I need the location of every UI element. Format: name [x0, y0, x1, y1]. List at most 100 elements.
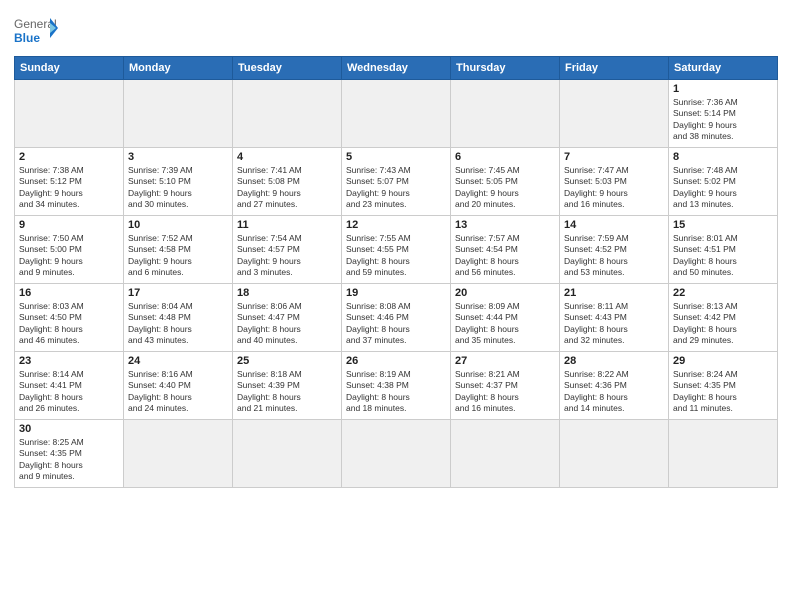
calendar-cell	[124, 420, 233, 488]
svg-text:Blue: Blue	[14, 31, 40, 45]
calendar-body: 1 Sunrise: 7:36 AM Sunset: 5:14 PM Daylig…	[15, 80, 778, 488]
day-info: Sunrise: 8:14 AM Sunset: 4:41 PM Dayligh…	[19, 369, 119, 415]
day-info: Sunrise: 8:18 AM Sunset: 4:39 PM Dayligh…	[237, 369, 337, 415]
calendar-cell: 1 Sunrise: 7:36 AM Sunset: 5:14 PM Daylig…	[669, 80, 778, 148]
day-number: 2	[19, 151, 119, 163]
calendar-cell: 24 Sunrise: 8:16 AM Sunset: 4:40 PM Dayli…	[124, 352, 233, 420]
calendar-week-6: 30 Sunrise: 8:25 AM Sunset: 4:35 PM Dayli…	[15, 420, 778, 488]
day-info: Sunrise: 8:09 AM Sunset: 4:44 PM Dayligh…	[455, 301, 555, 347]
calendar-cell: 7Sunrise: 7:47 AM Sunset: 5:03 PM Daylig…	[560, 148, 669, 216]
day-number: 18	[237, 287, 337, 299]
day-info: Sunrise: 7:39 AM Sunset: 5:10 PM Dayligh…	[128, 165, 228, 211]
calendar-cell	[124, 80, 233, 148]
weekday-wednesday: Wednesday	[342, 57, 451, 80]
calendar-cell: 11Sunrise: 7:54 AM Sunset: 4:57 PM Dayli…	[233, 216, 342, 284]
calendar-cell: 5Sunrise: 7:43 AM Sunset: 5:07 PM Daylig…	[342, 148, 451, 216]
calendar-cell: 19Sunrise: 8:08 AM Sunset: 4:46 PM Dayli…	[342, 284, 451, 352]
day-number: 10	[128, 219, 228, 231]
calendar-cell: 22Sunrise: 8:13 AM Sunset: 4:42 PM Dayli…	[669, 284, 778, 352]
day-number: 27	[455, 355, 555, 367]
day-info: Sunrise: 7:59 AM Sunset: 4:52 PM Dayligh…	[564, 233, 664, 279]
calendar-cell: 6 Sunrise: 7:45 AM Sunset: 5:05 PM Daylig…	[451, 148, 560, 216]
calendar-cell	[560, 80, 669, 148]
day-info: Sunrise: 7:45 AM Sunset: 5:05 PM Dayligh…	[455, 165, 555, 211]
calendar-cell	[15, 80, 124, 148]
weekday-header-row: SundayMondayTuesdayWednesdayThursdayFrid…	[15, 57, 778, 80]
day-number: 26	[346, 355, 446, 367]
day-info: Sunrise: 8:01 AM Sunset: 4:51 PM Dayligh…	[673, 233, 773, 279]
weekday-sunday: Sunday	[15, 57, 124, 80]
day-number: 24	[128, 355, 228, 367]
day-number: 3	[128, 151, 228, 163]
day-number: 8	[673, 151, 773, 163]
header: General Blue	[14, 10, 778, 50]
calendar-cell	[233, 420, 342, 488]
day-info: Sunrise: 8:21 AM Sunset: 4:37 PM Dayligh…	[455, 369, 555, 415]
calendar-cell: 20 Sunrise: 8:09 AM Sunset: 4:44 PM Dayli…	[451, 284, 560, 352]
day-number: 30	[19, 423, 119, 435]
calendar-cell: 16 Sunrise: 8:03 AM Sunset: 4:50 PM Dayli…	[15, 284, 124, 352]
calendar-cell	[342, 80, 451, 148]
calendar-week-3: 9Sunrise: 7:50 AM Sunset: 5:00 PM Daylig…	[15, 216, 778, 284]
calendar-cell: 12 Sunrise: 7:55 AM Sunset: 4:55 PM Dayli…	[342, 216, 451, 284]
day-info: Sunrise: 8:04 AM Sunset: 4:48 PM Dayligh…	[128, 301, 228, 347]
day-info: Sunrise: 7:55 AM Sunset: 4:55 PM Dayligh…	[346, 233, 446, 279]
calendar-cell	[451, 80, 560, 148]
calendar-cell: 3 Sunrise: 7:39 AM Sunset: 5:10 PM Daylig…	[124, 148, 233, 216]
calendar-cell: 9Sunrise: 7:50 AM Sunset: 5:00 PM Daylig…	[15, 216, 124, 284]
calendar-week-5: 23 Sunrise: 8:14 AM Sunset: 4:41 PM Dayli…	[15, 352, 778, 420]
day-info: Sunrise: 7:47 AM Sunset: 5:03 PM Dayligh…	[564, 165, 664, 211]
calendar: SundayMondayTuesdayWednesdayThursdayFrid…	[14, 56, 778, 488]
day-number: 15	[673, 219, 773, 231]
calendar-cell: 30 Sunrise: 8:25 AM Sunset: 4:35 PM Dayli…	[15, 420, 124, 488]
day-number: 14	[564, 219, 664, 231]
day-info: Sunrise: 7:36 AM Sunset: 5:14 PM Dayligh…	[673, 97, 773, 143]
calendar-cell: 29Sunrise: 8:24 AM Sunset: 4:35 PM Dayli…	[669, 352, 778, 420]
day-info: Sunrise: 8:13 AM Sunset: 4:42 PM Dayligh…	[673, 301, 773, 347]
day-info: Sunrise: 8:24 AM Sunset: 4:35 PM Dayligh…	[673, 369, 773, 415]
day-info: Sunrise: 7:57 AM Sunset: 4:54 PM Dayligh…	[455, 233, 555, 279]
calendar-cell: 15 Sunrise: 8:01 AM Sunset: 4:51 PM Dayli…	[669, 216, 778, 284]
day-info: Sunrise: 8:25 AM Sunset: 4:35 PM Dayligh…	[19, 437, 119, 483]
day-info: Sunrise: 8:19 AM Sunset: 4:38 PM Dayligh…	[346, 369, 446, 415]
day-number: 21	[564, 287, 664, 299]
calendar-cell: 26 Sunrise: 8:19 AM Sunset: 4:38 PM Dayli…	[342, 352, 451, 420]
calendar-week-1: 1 Sunrise: 7:36 AM Sunset: 5:14 PM Daylig…	[15, 80, 778, 148]
calendar-cell: 14 Sunrise: 7:59 AM Sunset: 4:52 PM Dayli…	[560, 216, 669, 284]
day-number: 1	[673, 83, 773, 95]
logo: General Blue	[14, 14, 58, 50]
day-info: Sunrise: 7:50 AM Sunset: 5:00 PM Dayligh…	[19, 233, 119, 279]
calendar-cell: 25 Sunrise: 8:18 AM Sunset: 4:39 PM Dayli…	[233, 352, 342, 420]
weekday-saturday: Saturday	[669, 57, 778, 80]
day-number: 25	[237, 355, 337, 367]
calendar-cell: 13 Sunrise: 7:57 AM Sunset: 4:54 PM Dayli…	[451, 216, 560, 284]
calendar-cell	[233, 80, 342, 148]
calendar-cell: 23 Sunrise: 8:14 AM Sunset: 4:41 PM Dayli…	[15, 352, 124, 420]
day-number: 6	[455, 151, 555, 163]
calendar-cell	[342, 420, 451, 488]
calendar-week-2: 2Sunrise: 7:38 AM Sunset: 5:12 PM Daylig…	[15, 148, 778, 216]
day-number: 20	[455, 287, 555, 299]
weekday-friday: Friday	[560, 57, 669, 80]
day-info: Sunrise: 8:08 AM Sunset: 4:46 PM Dayligh…	[346, 301, 446, 347]
day-info: Sunrise: 8:03 AM Sunset: 4:50 PM Dayligh…	[19, 301, 119, 347]
day-number: 12	[346, 219, 446, 231]
weekday-tuesday: Tuesday	[233, 57, 342, 80]
day-number: 4	[237, 151, 337, 163]
calendar-cell: 18Sunrise: 8:06 AM Sunset: 4:47 PM Dayli…	[233, 284, 342, 352]
weekday-monday: Monday	[124, 57, 233, 80]
calendar-cell: 8Sunrise: 7:48 AM Sunset: 5:02 PM Daylig…	[669, 148, 778, 216]
page: General Blue SundayMondayTuesdayWednesda…	[0, 0, 792, 612]
day-number: 13	[455, 219, 555, 231]
calendar-cell: 21 Sunrise: 8:11 AM Sunset: 4:43 PM Dayli…	[560, 284, 669, 352]
day-number: 5	[346, 151, 446, 163]
day-info: Sunrise: 7:41 AM Sunset: 5:08 PM Dayligh…	[237, 165, 337, 211]
calendar-cell: 27 Sunrise: 8:21 AM Sunset: 4:37 PM Dayli…	[451, 352, 560, 420]
calendar-cell: 10Sunrise: 7:52 AM Sunset: 4:58 PM Dayli…	[124, 216, 233, 284]
day-info: Sunrise: 8:11 AM Sunset: 4:43 PM Dayligh…	[564, 301, 664, 347]
calendar-week-4: 16 Sunrise: 8:03 AM Sunset: 4:50 PM Dayli…	[15, 284, 778, 352]
day-number: 16	[19, 287, 119, 299]
day-number: 23	[19, 355, 119, 367]
day-info: Sunrise: 7:54 AM Sunset: 4:57 PM Dayligh…	[237, 233, 337, 279]
day-info: Sunrise: 8:16 AM Sunset: 4:40 PM Dayligh…	[128, 369, 228, 415]
